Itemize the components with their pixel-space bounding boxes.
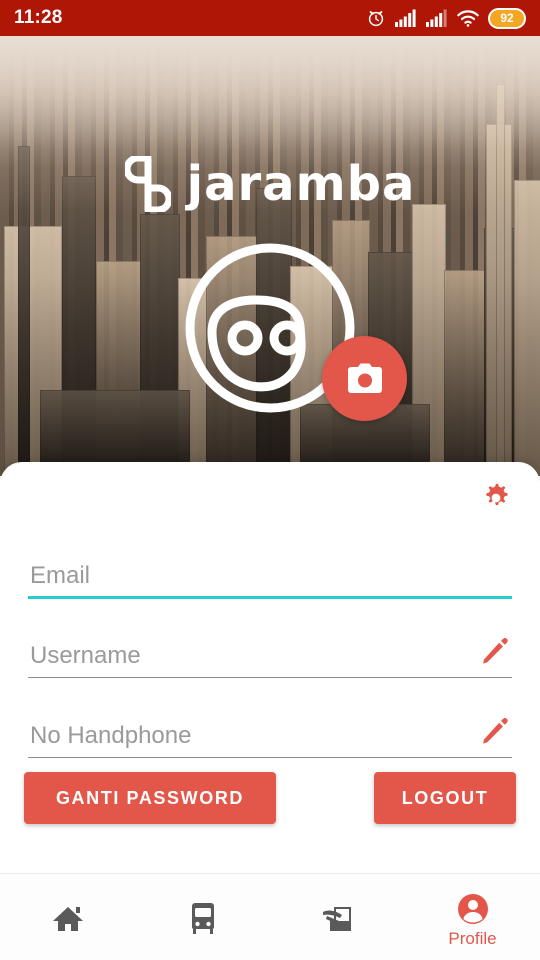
profile-fields: Email Username No Handphone [28,530,512,770]
nav-item-home[interactable] [0,874,135,960]
jaramba-monogram-icon [124,156,171,212]
home-icon [52,907,83,931]
bus-icon [191,903,214,934]
bottom-navigation-bar: Profile [0,873,540,960]
email-field-placeholder: Email [30,562,91,589]
hero-banner: jaramba [0,36,540,476]
email-field-underline [28,596,512,599]
signal-bars-sim2-icon [426,9,447,27]
alarm-clock-icon [368,11,384,27]
username-field-placeholder: Username [30,642,141,669]
nav-item-profile[interactable]: Profile [405,874,540,960]
logout-button[interactable]: LOGOUT [374,772,516,824]
battery-pill: 92 [488,7,526,29]
field-phone[interactable]: No Handphone [28,690,512,770]
nav-item-bus[interactable] [135,874,270,960]
profile-actions: GANTI PASSWORD LOGOUT [24,772,516,824]
edit-username-button[interactable] [478,634,512,668]
person-circle-icon [457,893,488,924]
change-photo-button[interactable] [322,336,407,421]
pencil-icon [483,638,508,664]
status-bar: 11:28 92 [0,0,540,36]
nav-item-profile-label: Profile [448,928,497,948]
pencil-icon [483,718,508,744]
status-bar-clock: 11:28 [14,7,63,28]
username-field-underline [28,677,512,678]
signal-bars-sim1-icon [395,9,416,27]
field-username[interactable]: Username [28,610,512,690]
status-bar-icons: 92 [366,7,526,29]
brand-wordmark: jaramba [186,156,416,212]
nav-item-booking[interactable] [270,874,405,960]
phone-field-underline [28,757,512,758]
profile-form-card: Email Username No Handphone GANTI PASSWO… [0,462,540,873]
ticket-order-icon [322,907,351,931]
field-email[interactable]: Email [28,530,512,610]
settings-button[interactable] [474,476,518,520]
edit-phone-button[interactable] [478,714,512,748]
phone-field-placeholder: No Handphone [30,722,192,749]
camera-icon [347,363,382,393]
wifi-icon [457,9,479,27]
battery-level-text: 92 [500,11,514,25]
gear-icon [486,483,508,506]
brand-logo: jaramba [0,156,540,212]
app-screen: 11:28 92 jaramba Email Username No Handp… [0,0,540,960]
change-password-button[interactable]: GANTI PASSWORD [24,772,276,824]
